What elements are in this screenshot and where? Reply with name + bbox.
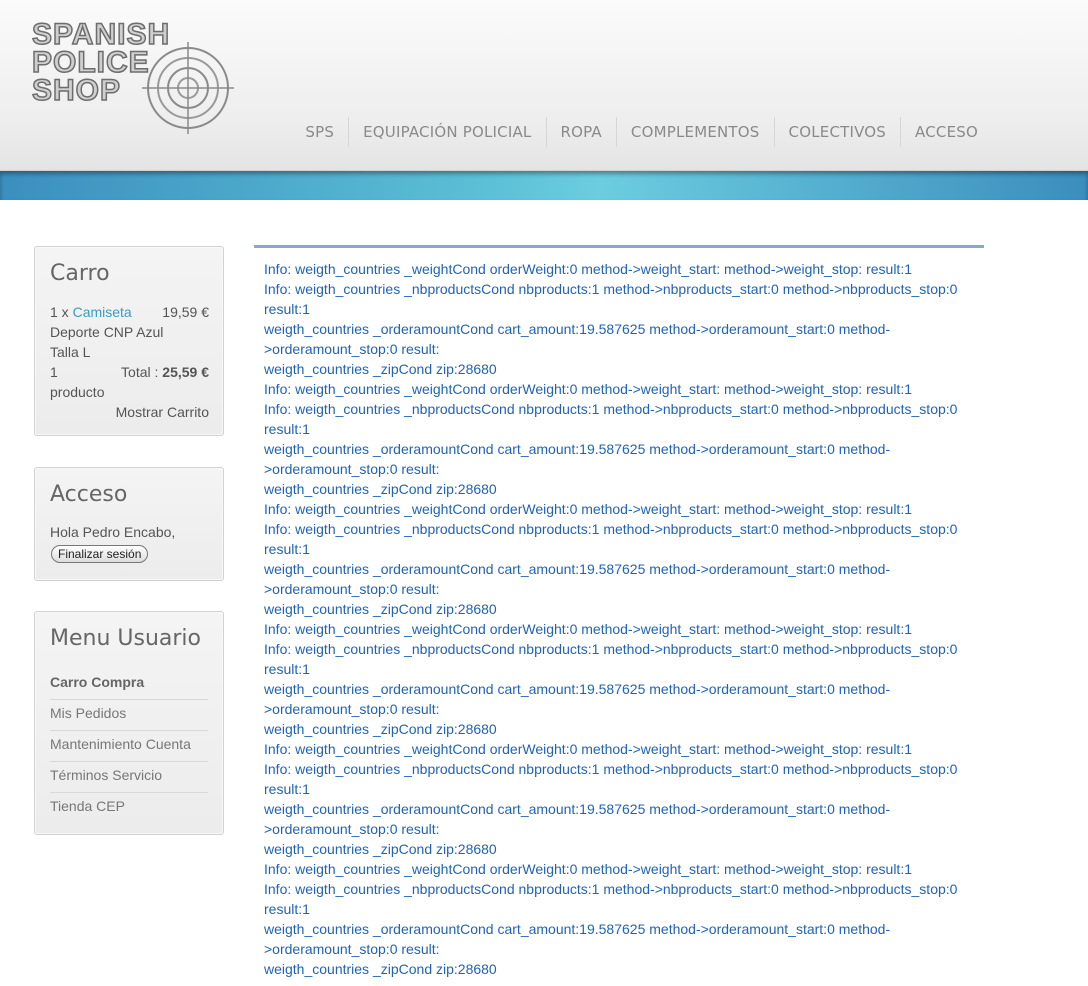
access-title: Acceso [50, 482, 128, 507]
main-nav: SPS EQUIPACIÓN POLICIAL ROPA COMPLEMENTO… [291, 117, 992, 147]
nav-item-sps[interactable]: SPS [291, 117, 348, 147]
nav-item-ropa[interactable]: ROPA [545, 117, 616, 147]
nav-item-acceso[interactable]: ACCESO [900, 117, 992, 147]
user-menu-item-tienda-cep[interactable]: Tienda CEP [50, 793, 208, 823]
site-header: SPANISH POLICE SHOP SPS EQUIPACIÓN POLIC… [0, 0, 1088, 171]
user-menu-item-mantenimiento-cuenta[interactable]: Mantenimiento Cuenta [50, 731, 208, 762]
log-line: weigth_countries _orderamountCond cart_a… [264, 561, 891, 597]
log-line: weigth_countries _zipCond zip:28680 [264, 721, 497, 737]
log-line: weigth_countries _orderamountCond cart_a… [264, 441, 891, 477]
log-line: Info: weigth_countries _nbproductsCond n… [264, 401, 958, 437]
greeting-text: Hola Pedro Encabo, [50, 524, 176, 540]
cart-item-link-2[interactable]: Deporte CNP Azul [50, 322, 163, 342]
log-line: weigth_countries _zipCond zip:28680 [264, 361, 497, 377]
log-line: weigth_countries _zipCond zip:28680 [264, 961, 497, 977]
log-line: Info: weigth_countries _nbproductsCond n… [264, 761, 958, 797]
cart-total-label: Total : [121, 364, 159, 380]
user-menu-item-mis-pedidos[interactable]: Mis Pedidos [50, 700, 208, 731]
log-line: Info: weigth_countries _nbproductsCond n… [264, 521, 958, 557]
header-band [0, 171, 1088, 200]
user-menu-box: Menu Usuario Carro Compra Mis Pedidos Ma… [34, 611, 224, 835]
log-line: Info: weigth_countries _nbproductsCond n… [264, 641, 958, 677]
cart-item-variant: Talla L [50, 344, 91, 360]
nav-item-colectivos[interactable]: COLECTIVOS [773, 117, 901, 147]
log-line: Info: weigth_countries _nbproductsCond n… [264, 281, 958, 317]
cart-item-qty: 1 x Camiseta [50, 304, 132, 320]
cart-box: Carro 1 x Camiseta 19,59 € Deporte CNP A… [34, 246, 224, 436]
log-line: weigth_countries _zipCond zip:28680 [264, 601, 497, 617]
log-line: weigth_countries _orderamountCond cart_a… [264, 801, 891, 837]
log-line: weigth_countries _orderamountCond cart_a… [264, 321, 891, 357]
log-line: Info: weigth_countries _weightCond order… [264, 501, 912, 517]
log-line: Info: weigth_countries _weightCond order… [264, 261, 912, 277]
log-line: Info: weigth_countries _nbproductsCond n… [264, 881, 958, 917]
nav-item-complementos[interactable]: COMPLEMENTOS [615, 117, 774, 147]
user-menu-item-carro-compra[interactable]: Carro Compra [50, 669, 208, 700]
user-menu-title: Menu Usuario [50, 626, 202, 651]
user-menu-item-terminos-servicio[interactable]: Términos Servicio [50, 762, 208, 793]
site-logo[interactable]: SPANISH POLICE SHOP [30, 18, 240, 138]
log-line: weigth_countries _orderamountCond cart_a… [264, 681, 891, 717]
cart-total: Total : 25,59 € [121, 362, 209, 382]
logo-word-shop: SHOP [31, 74, 122, 107]
cart-product-count-label: producto [50, 384, 105, 400]
cart-product-count: 1 [50, 364, 58, 380]
user-menu-list: Carro Compra Mis Pedidos Mantenimiento C… [50, 669, 208, 823]
debug-log: Info: weigth_countries _weightCond order… [264, 259, 984, 979]
log-line: Info: weigth_countries _weightCond order… [264, 861, 912, 877]
cart-item-link-1[interactable]: Camiseta [73, 304, 132, 320]
crosshair-icon [142, 42, 234, 134]
log-line: Info: weigth_countries _weightCond order… [264, 741, 912, 757]
log-line: weigth_countries _zipCond zip:28680 [264, 481, 497, 497]
log-line: Info: weigth_countries _weightCond order… [264, 621, 912, 637]
content-divider [254, 245, 984, 248]
log-line: weigth_countries _zipCond zip:28680 [264, 841, 497, 857]
log-line: Info: weigth_countries _weightCond order… [264, 381, 912, 397]
show-cart-link[interactable]: Mostrar Carrito [116, 402, 209, 422]
logout-button[interactable]: Finalizar sesión [51, 545, 149, 563]
cart-total-value: 25,59 € [162, 364, 209, 380]
cart-title: Carro [50, 261, 110, 286]
access-box: Acceso Hola Pedro Encabo, Finalizar sesi… [34, 467, 224, 581]
cart-item-price: 19,59 € [162, 304, 209, 320]
nav-item-equipacion-policial[interactable]: EQUIPACIÓN POLICIAL [348, 117, 545, 147]
log-line: weigth_countries _orderamountCond cart_a… [264, 921, 891, 957]
